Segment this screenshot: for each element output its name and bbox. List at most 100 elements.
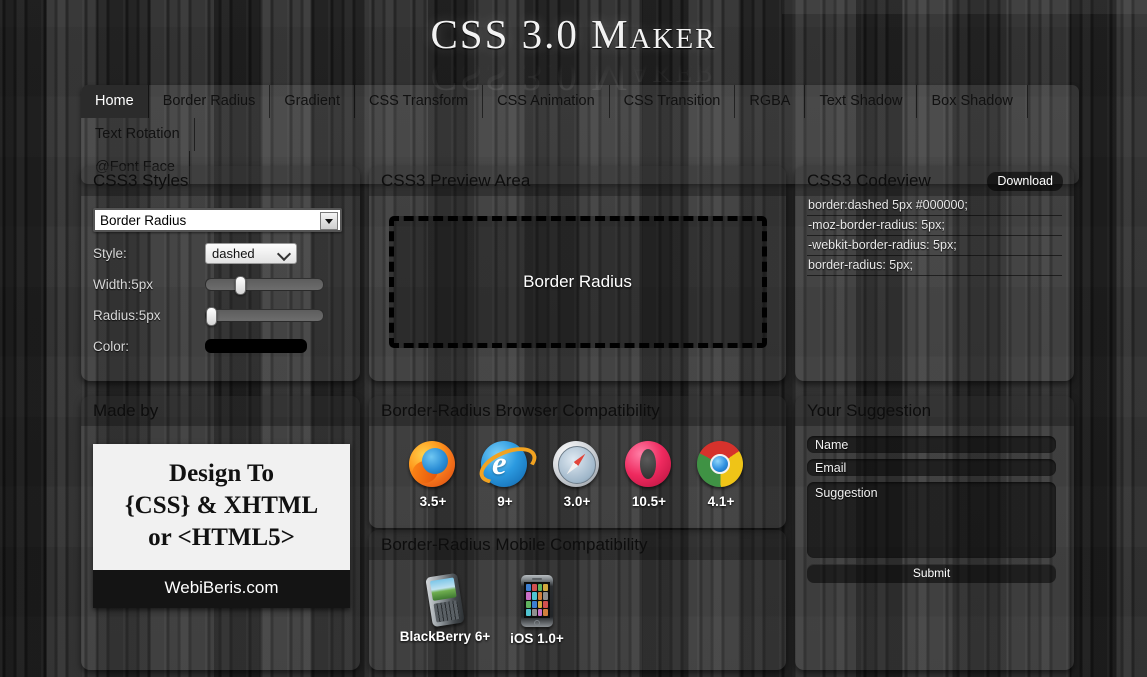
made-by-title: Made by: [93, 401, 159, 420]
css3-codeview-panel: CSS3 Codeview Download border:dashed 5px…: [795, 166, 1074, 381]
blackberry-version: BlackBerry 6+: [399, 629, 491, 644]
css3-codeview-header: CSS3 Codeview Download: [795, 166, 1074, 196]
browser-item-opera: 10.5+: [613, 441, 685, 509]
made-by-body: Design To {CSS} & XHTML or <HTML5> WebiB…: [81, 426, 360, 620]
page-title: CSS 3.0 Maker: [430, 11, 717, 57]
css3-codeview-title: CSS3 Codeview: [807, 171, 931, 190]
code-line: -moz-border-radius: 5px;: [807, 216, 1062, 236]
browser-item-internet-explorer: e 9+: [469, 439, 542, 509]
safari-version: 3.0+: [563, 494, 591, 509]
border-style-select[interactable]: dashed: [205, 242, 297, 264]
width-slider-thumb[interactable]: [234, 275, 246, 295]
css3-styles-header: CSS3 Styles: [81, 166, 360, 196]
radius-slider-thumb[interactable]: [206, 306, 218, 326]
style-row: Style: dashed: [93, 242, 348, 264]
mobile-compatibility-header: Border-Radius Mobile Compatibility: [369, 530, 786, 560]
css3-preview-panel: CSS3 Preview Area Border Radius: [369, 166, 786, 381]
blackberry-icon: [421, 572, 468, 628]
nav-item-gradient[interactable]: Gradient: [270, 85, 355, 118]
color-row: Color:: [93, 336, 348, 356]
nav-item-css-transform[interactable]: CSS Transform: [355, 85, 484, 118]
browser-item-firefox: 3.5+: [397, 441, 469, 509]
advert-card[interactable]: Design To {CSS} & XHTML or <HTML5> WebiB…: [93, 444, 350, 608]
css3-codeview-body: border:dashed 5px #000000; -moz-border-r…: [795, 196, 1074, 288]
chevron-down-icon[interactable]: [320, 212, 338, 230]
css3-styles-panel: CSS3 Styles Border Radius Style: dashed …: [81, 166, 360, 381]
advert-footer-link[interactable]: WebiBeris.com: [93, 570, 350, 608]
browser-item-safari: 3.0+: [541, 441, 613, 509]
code-line: -webkit-border-radius: 5px;: [807, 236, 1062, 256]
page-root: CSS 3.0 Maker CSS 3.0 Maker Home Border …: [0, 0, 1147, 677]
css3-preview-header: CSS3 Preview Area: [369, 166, 786, 196]
code-line: border-radius: 5px;: [807, 256, 1062, 276]
iphone-icon: [521, 575, 553, 627]
your-suggestion-body: Submit: [795, 426, 1074, 595]
browser-compatibility-header: Border-Radius Browser Compatibility: [369, 396, 786, 426]
internet-explorer-icon: e: [474, 439, 542, 492]
style-label: Style:: [93, 245, 127, 261]
browser-compatibility-title: Border-Radius Browser Compatibility: [381, 401, 660, 420]
browser-item-chrome: 4.1+: [685, 441, 757, 509]
browser-icon-row: 3.5+ e 9+ 3.0+ 10.5+ 4.1+: [381, 439, 774, 509]
nav-item-css-transition[interactable]: CSS Transition: [610, 85, 736, 118]
code-area[interactable]: border:dashed 5px #000000; -moz-border-r…: [807, 196, 1062, 276]
chrome-icon: [697, 441, 745, 489]
download-button[interactable]: Download: [987, 171, 1063, 191]
advert-text: Design To {CSS} & XHTML or <HTML5>: [93, 444, 350, 570]
browser-compatibility-body: 3.5+ e 9+ 3.0+ 10.5+ 4.1+: [369, 426, 786, 521]
radius-row: Radius:5px: [93, 305, 348, 326]
border-style-value: dashed: [212, 245, 255, 261]
advert-line-1: Design To: [169, 460, 274, 487]
submit-button[interactable]: Submit: [807, 564, 1056, 583]
advert-line-3: or <HTML5>: [148, 524, 295, 551]
made-by-panel: Made by Design To {CSS} & XHTML or <HTML…: [81, 396, 360, 670]
css3-preview-body: Border Radius: [369, 196, 786, 360]
mobile-item-iphone: iOS 1.0+: [491, 575, 583, 647]
mobile-item-blackberry: BlackBerry 6+: [399, 572, 491, 647]
firefox-icon: [409, 441, 457, 489]
css3-preview-title: CSS3 Preview Area: [381, 171, 531, 190]
nav-item-home[interactable]: Home: [81, 85, 149, 118]
name-input[interactable]: [807, 436, 1056, 453]
effect-select-value: Border Radius: [100, 212, 187, 228]
browser-compatibility-panel: Border-Radius Browser Compatibility 3.5+…: [369, 396, 786, 528]
advert-line-2: {CSS} & XHTML: [124, 492, 319, 519]
nav-item-rgba[interactable]: RGBA: [735, 85, 806, 118]
your-suggestion-panel: Your Suggestion Submit: [795, 396, 1074, 670]
radius-label: Radius:5px: [93, 307, 161, 323]
opera-icon: [625, 441, 673, 489]
mobile-compatibility-title: Border-Radius Mobile Compatibility: [381, 535, 648, 554]
css3-styles-title: CSS3 Styles: [93, 171, 189, 190]
mobile-compatibility-body: BlackBerry 6+ iOS 1.0+: [369, 560, 786, 659]
color-swatch[interactable]: [205, 339, 307, 353]
email-input[interactable]: [807, 459, 1056, 476]
width-row: Width:5px: [93, 274, 348, 295]
your-suggestion-header: Your Suggestion: [795, 396, 1074, 426]
iphone-version: iOS 1.0+: [510, 631, 564, 646]
nav-row-primary: Home Border Radius Gradient CSS Transfor…: [81, 85, 1079, 151]
width-slider[interactable]: [205, 275, 324, 295]
color-label: Color:: [93, 338, 130, 354]
css3-styles-body: Border Radius Style: dashed Width:5px Ra…: [81, 196, 360, 368]
mobile-compatibility-panel: Border-Radius Mobile Compatibility Black…: [369, 530, 786, 670]
nav-item-border-radius[interactable]: Border Radius: [149, 85, 271, 118]
made-by-header: Made by: [81, 396, 360, 426]
preview-box-text: Border Radius: [523, 272, 632, 291]
suggestion-textarea[interactable]: [807, 482, 1056, 558]
chrome-version: 4.1+: [707, 494, 735, 509]
nav-item-box-shadow[interactable]: Box Shadow: [917, 85, 1028, 118]
nav-item-css-animation[interactable]: CSS Animation: [483, 85, 610, 118]
chevron-down-icon: [276, 246, 292, 261]
effect-select[interactable]: Border Radius: [93, 208, 342, 232]
mobile-icon-row: BlackBerry 6+ iOS 1.0+: [381, 572, 774, 647]
nav-item-text-shadow[interactable]: Text Shadow: [805, 85, 918, 118]
firefox-version: 3.5+: [419, 494, 447, 509]
opera-version: 10.5+: [631, 494, 667, 509]
radius-slider[interactable]: [205, 306, 324, 326]
nav-item-text-rotation[interactable]: Text Rotation: [81, 118, 195, 151]
your-suggestion-title: Your Suggestion: [807, 401, 932, 420]
width-label: Width:5px: [93, 276, 154, 292]
code-line: border:dashed 5px #000000;: [807, 196, 1062, 216]
site-header: CSS 3.0 Maker CSS 3.0 Maker: [0, 0, 1147, 100]
preview-box: Border Radius: [388, 216, 767, 348]
